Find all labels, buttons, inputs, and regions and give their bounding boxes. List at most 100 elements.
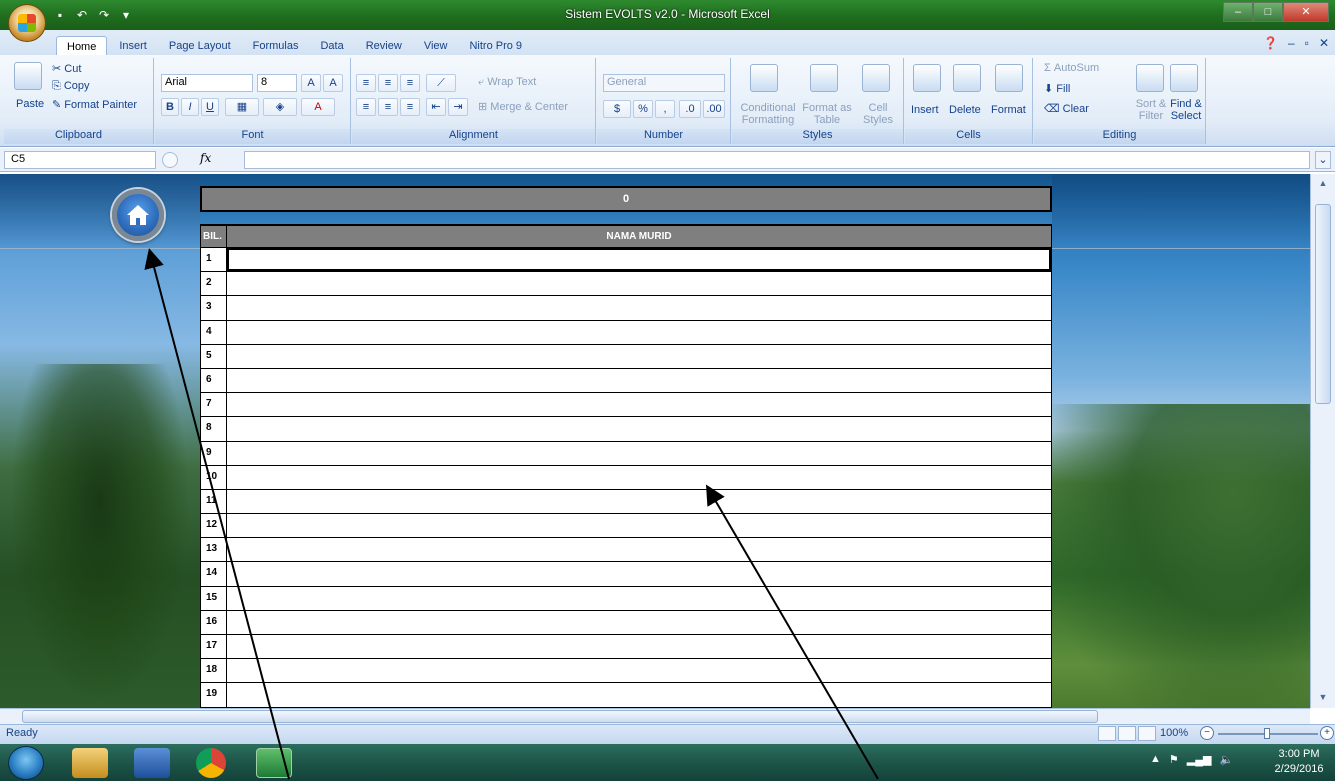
tab-review[interactable]: Review bbox=[356, 36, 412, 56]
insert-function-button[interactable]: fx bbox=[200, 151, 211, 165]
tab-home[interactable]: Home bbox=[56, 36, 108, 56]
name-cell[interactable] bbox=[227, 659, 1051, 682]
align-bottom-button[interactable]: ≡ bbox=[400, 74, 420, 92]
fill-button[interactable]: ⬇ Fill bbox=[1044, 82, 1070, 95]
currency-button[interactable]: $ bbox=[603, 100, 631, 118]
tab-view[interactable]: View bbox=[414, 36, 458, 56]
vertical-scroll-thumb[interactable] bbox=[1315, 204, 1331, 404]
ribbon-close-icon[interactable]: ✕ bbox=[1319, 36, 1329, 50]
signal-icon[interactable]: ▂▄▆ bbox=[1187, 753, 1212, 766]
help-icon[interactable]: ❓ bbox=[1263, 36, 1278, 50]
name-cell[interactable] bbox=[227, 369, 1051, 392]
vertical-scrollbar[interactable]: ▲ ▼ bbox=[1310, 174, 1335, 708]
zoom-slider-handle[interactable] bbox=[1264, 728, 1270, 739]
tab-page-layout[interactable]: Page Layout bbox=[159, 36, 241, 56]
name-cell[interactable] bbox=[227, 490, 1051, 513]
name-cell[interactable] bbox=[227, 321, 1051, 344]
delete-button[interactable]: Delete bbox=[949, 104, 981, 116]
find-select-button[interactable]: Find & Select bbox=[1168, 98, 1204, 122]
orientation-button[interactable]: ⟋ bbox=[426, 74, 456, 92]
minimize-button[interactable]: – bbox=[1223, 2, 1253, 22]
underline-button[interactable]: U bbox=[201, 98, 219, 116]
chrome-taskbar-icon[interactable] bbox=[196, 748, 226, 778]
format-as-table-button[interactable]: Format as Table bbox=[802, 102, 852, 126]
bold-button[interactable]: B bbox=[161, 98, 179, 116]
clock[interactable]: 3:00 PM 2/29/2016 bbox=[1270, 747, 1328, 777]
name-cell[interactable] bbox=[227, 296, 1051, 319]
grow-font-button[interactable]: A bbox=[301, 74, 321, 92]
number-format-select[interactable]: General bbox=[603, 74, 725, 92]
tab-formulas[interactable]: Formulas bbox=[243, 36, 309, 56]
wrap-text-button[interactable]: ⤶ Wrap Text bbox=[478, 76, 536, 89]
decrease-decimal-button[interactable]: .00 bbox=[703, 100, 725, 118]
explorer-taskbar-icon[interactable] bbox=[72, 748, 108, 778]
zoom-out-button[interactable]: − bbox=[1200, 726, 1214, 740]
scroll-up-icon[interactable]: ▲ bbox=[1315, 176, 1331, 190]
name-cell[interactable] bbox=[227, 562, 1051, 585]
tab-data[interactable]: Data bbox=[310, 36, 353, 56]
clear-button[interactable]: ⌫ Clear bbox=[1044, 102, 1089, 115]
formula-input[interactable] bbox=[244, 151, 1310, 169]
paste-button[interactable]: Paste bbox=[16, 98, 44, 110]
office-button[interactable] bbox=[8, 4, 46, 42]
name-cell[interactable] bbox=[227, 345, 1051, 368]
align-center-button[interactable]: ≡ bbox=[378, 98, 398, 116]
start-button[interactable] bbox=[8, 746, 44, 780]
tray-expand-icon[interactable]: ▲ bbox=[1150, 753, 1161, 766]
align-top-button[interactable]: ≡ bbox=[356, 74, 376, 92]
header-value-cell[interactable]: 0 bbox=[200, 186, 1052, 212]
horizontal-scrollbar[interactable] bbox=[0, 708, 1310, 724]
insert-button[interactable]: Insert bbox=[911, 104, 939, 116]
name-cell[interactable] bbox=[227, 466, 1051, 489]
font-name-select[interactable]: Arial bbox=[161, 74, 253, 92]
conditional-formatting-button[interactable]: Conditional Formatting bbox=[736, 102, 800, 126]
normal-view-icon[interactable] bbox=[1098, 726, 1116, 741]
flag-icon[interactable]: ⚑ bbox=[1169, 753, 1179, 766]
horizontal-scroll-thumb[interactable] bbox=[22, 710, 1098, 723]
align-right-button[interactable]: ≡ bbox=[400, 98, 420, 116]
name-cell[interactable] bbox=[227, 417, 1051, 440]
percent-button[interactable]: % bbox=[633, 100, 653, 118]
name-cell-selected[interactable] bbox=[227, 248, 1051, 272]
cut-button[interactable]: ✂ Cut bbox=[52, 62, 81, 75]
name-cell[interactable] bbox=[227, 442, 1051, 465]
fill-color-button[interactable]: ◈ bbox=[263, 98, 297, 116]
name-cell[interactable] bbox=[227, 393, 1051, 416]
increase-indent-button[interactable]: ⇥ bbox=[448, 98, 468, 116]
name-cell[interactable] bbox=[227, 272, 1051, 295]
name-cell[interactable] bbox=[227, 538, 1051, 561]
name-cell[interactable] bbox=[227, 683, 1051, 706]
increase-decimal-button[interactable]: .0 bbox=[679, 100, 701, 118]
maximize-button[interactable]: □ bbox=[1253, 2, 1283, 22]
italic-button[interactable]: I bbox=[181, 98, 199, 116]
merge-center-button[interactable]: ⊞ Merge & Center bbox=[478, 100, 568, 113]
tab-insert[interactable]: Insert bbox=[109, 36, 157, 56]
name-cell[interactable] bbox=[227, 635, 1051, 658]
name-cell[interactable] bbox=[227, 611, 1051, 634]
copy-button[interactable]: ⎘ Copy bbox=[52, 80, 90, 93]
autosum-button[interactable]: Σ AutoSum bbox=[1044, 62, 1099, 74]
paste-icon[interactable] bbox=[14, 62, 42, 90]
ribbon-minimize-icon[interactable]: – bbox=[1288, 36, 1295, 50]
borders-button[interactable]: ▦ bbox=[225, 98, 259, 116]
home-button[interactable] bbox=[112, 189, 164, 241]
format-button[interactable]: Format bbox=[991, 104, 1026, 116]
name-box[interactable]: C5 bbox=[4, 151, 156, 169]
excel-taskbar-icon[interactable] bbox=[256, 748, 292, 778]
shrink-font-button[interactable]: A bbox=[323, 74, 343, 92]
name-cell[interactable] bbox=[227, 587, 1051, 610]
font-color-button[interactable]: A bbox=[301, 98, 335, 116]
close-button[interactable]: ✕ bbox=[1283, 2, 1329, 22]
align-middle-button[interactable]: ≡ bbox=[378, 74, 398, 92]
page-break-view-icon[interactable] bbox=[1138, 726, 1156, 741]
name-cell[interactable] bbox=[227, 514, 1051, 537]
cell-styles-button[interactable]: Cell Styles bbox=[856, 102, 900, 126]
zoom-level[interactable]: 100% bbox=[1160, 727, 1188, 739]
zoom-in-button[interactable]: + bbox=[1320, 726, 1334, 740]
ribbon-restore-icon[interactable]: ▫ bbox=[1305, 36, 1309, 50]
word-taskbar-icon[interactable] bbox=[134, 748, 170, 778]
tab-nitro-pro[interactable]: Nitro Pro 9 bbox=[459, 36, 532, 56]
scroll-down-icon[interactable]: ▼ bbox=[1315, 690, 1331, 704]
format-painter-button[interactable]: ✎ Format Painter bbox=[52, 98, 137, 111]
align-left-button[interactable]: ≡ bbox=[356, 98, 376, 116]
